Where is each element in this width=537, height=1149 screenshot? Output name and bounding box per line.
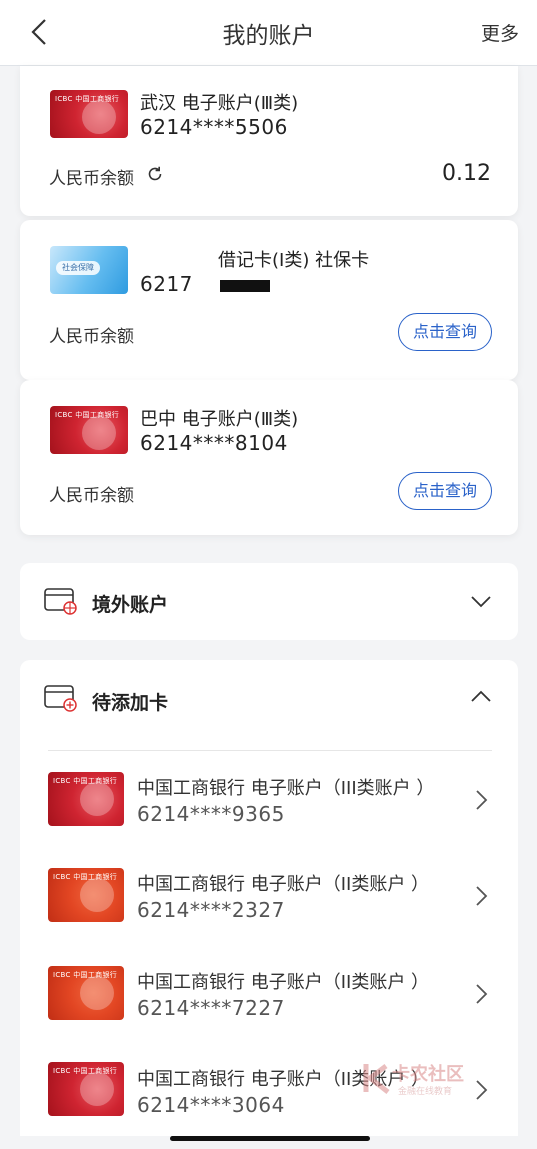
account-number: 6217: [140, 272, 193, 296]
pending-card-item[interactable]: ICBC 中国工商银行 中国工商银行 电子账户（II类账户 ） 6214****…: [20, 952, 518, 1048]
account-card[interactable]: 社会保障 借记卡(Ⅰ类) 社保卡 6217 人民币余额 点击查询: [20, 220, 518, 380]
query-balance-button[interactable]: 点击查询: [398, 313, 492, 351]
card-logo: ICBC 中国工商银行: [53, 1067, 118, 1075]
account-name: 借记卡(Ⅰ类) 社保卡: [218, 250, 370, 271]
card-globe-icon: [44, 588, 77, 615]
pending-cards-title: 待添加卡: [92, 692, 169, 714]
card-globe-graphic: [80, 976, 114, 1010]
card-globe-graphic: [82, 416, 116, 450]
pending-card-name: 中国工商银行 电子账户（III类账户 ）: [137, 778, 435, 799]
pending-card-number: 6214****9365: [137, 802, 285, 826]
refresh-icon[interactable]: [146, 165, 164, 183]
bank-card-image: ICBC 中国工商银行: [50, 90, 128, 138]
account-card[interactable]: ICBC 中国工商银行 巴中 电子账户(Ⅲ类) 6214****8104 人民币…: [20, 380, 518, 535]
bank-card-image: 社会保障: [50, 246, 128, 294]
query-balance-button[interactable]: 点击查询: [398, 472, 492, 510]
chevron-down-icon[interactable]: [470, 595, 492, 609]
pending-card-name: 中国工商银行 电子账户（II类账户 ）: [137, 874, 430, 895]
card-logo: ICBC 中国工商银行: [55, 95, 120, 103]
home-indicator: [170, 1136, 370, 1141]
watermark-subtext: 金融在线教育: [398, 1087, 453, 1097]
chevron-right-icon: [476, 984, 488, 1004]
pending-card-item[interactable]: ICBC 中国工商银行 中国工商银行 电子账户（III类账户 ） 6214***…: [20, 760, 518, 856]
bank-card-image: ICBC 中国工商银行: [48, 1062, 124, 1116]
watermark-text: 卡农社区: [392, 1064, 464, 1085]
pending-card-item[interactable]: ICBC 中国工商银行 中国工商银行 电子账户（II类账户 ） 6214****…: [20, 856, 518, 952]
account-number: 6214****8104: [140, 431, 288, 455]
bank-card-image: ICBC 中国工商银行: [48, 966, 124, 1020]
more-button[interactable]: 更多: [481, 19, 519, 46]
bank-card-image: ICBC 中国工商银行: [50, 406, 128, 454]
social-security-badge: 社会保障: [56, 261, 100, 275]
balance-label: 人民币余额: [49, 486, 134, 506]
card-logo: ICBC 中国工商银行: [55, 411, 120, 419]
bank-card-image: ICBC 中国工商银行: [48, 772, 124, 826]
overseas-account-section[interactable]: 境外账户: [20, 563, 518, 640]
top-nav-bar: 我的账户 更多: [0, 0, 537, 66]
overseas-account-title: 境外账户: [92, 594, 169, 616]
section-divider: [48, 750, 492, 751]
card-globe-graphic: [80, 878, 114, 912]
watermark: 卡农社区 金融在线教育: [360, 1058, 480, 1098]
account-name: 巴中 电子账户(Ⅲ类): [140, 409, 299, 430]
redaction-mask: [132, 242, 216, 268]
balance-label: 人民币余额: [49, 169, 134, 189]
pending-card-number: 6214****2327: [137, 898, 285, 922]
chevron-right-icon: [476, 886, 488, 906]
chevron-right-icon: [476, 790, 488, 810]
card-globe-graphic: [82, 100, 116, 134]
page-title: 我的账户: [222, 23, 315, 49]
card-logo: ICBC 中国工商银行: [53, 777, 118, 785]
card-logo: ICBC 中国工商银行: [53, 873, 118, 881]
pending-card-number: 6214****3064: [137, 1093, 285, 1117]
card-globe-graphic: [80, 782, 114, 816]
redaction-bar: [220, 280, 270, 292]
pending-card-number: 6214****7227: [137, 996, 285, 1020]
card-logo: ICBC 中国工商银行: [53, 971, 118, 979]
account-name: 武汉 电子账户(Ⅲ类): [140, 93, 299, 114]
watermark-logo-icon: [363, 1064, 390, 1094]
balance-value: 0.12: [442, 161, 491, 186]
bank-card-image: ICBC 中国工商银行: [48, 868, 124, 922]
balance-label: 人民币余额: [49, 327, 134, 347]
account-number: 6214****5506: [140, 115, 288, 139]
chevron-up-icon[interactable]: [470, 689, 492, 703]
card-add-icon: [44, 685, 77, 712]
card-globe-graphic: [80, 1072, 114, 1106]
account-card[interactable]: ICBC 中国工商银行 武汉 电子账户(Ⅲ类) 6214****5506 人民币…: [20, 66, 518, 216]
pending-card-name: 中国工商银行 电子账户（II类账户 ）: [137, 972, 430, 993]
